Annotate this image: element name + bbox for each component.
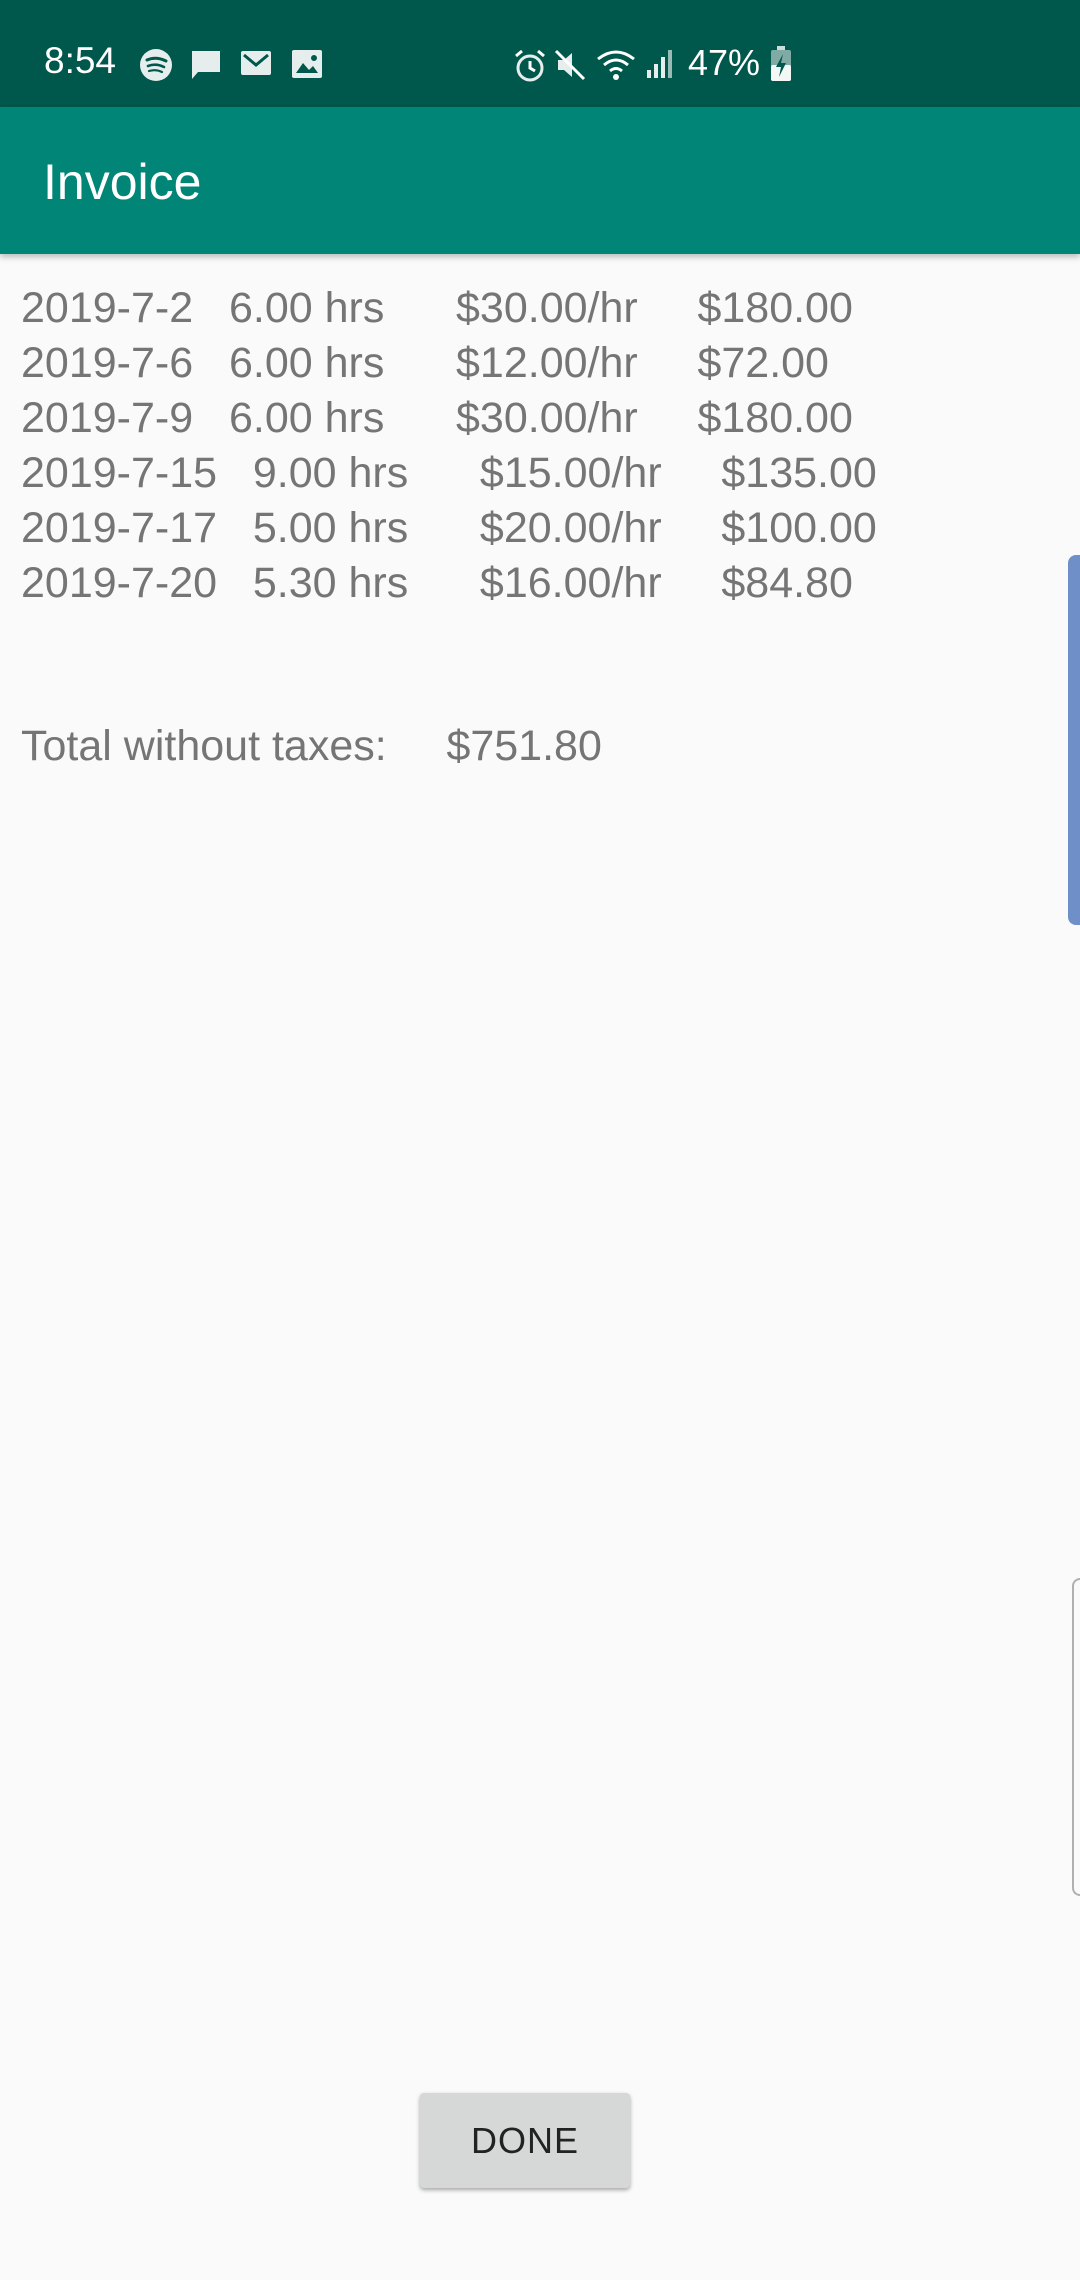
invoice-row: 2019-7-9 6.00 hrs $30.00/hr $180.00 (21, 394, 853, 442)
gallery-icon (290, 48, 324, 85)
total-label: Total without taxes: (21, 722, 387, 770)
app-bar: Invoice (0, 107, 1080, 254)
battery-percentage: 47% (688, 42, 761, 83)
alarm-icon (512, 48, 548, 89)
scrollbar-track-indicator[interactable] (1072, 1578, 1080, 1896)
mute-icon (553, 48, 587, 87)
status-bar: 8:54 47% (0, 0, 1080, 107)
invoice-row: 2019-7-20 5.30 hrs $16.00/hr $84.80 (21, 559, 853, 607)
wifi-icon (596, 48, 636, 87)
gmail-icon (239, 48, 273, 83)
total-value: $751.80 (446, 722, 602, 770)
total-line: Total without taxes: $751.80 (21, 719, 602, 774)
scrollbar-thumb[interactable] (1068, 555, 1080, 925)
signal-icon (645, 48, 675, 85)
battery-charging-icon (770, 46, 792, 87)
invoice-row: 2019-7-6 6.00 hrs $12.00/hr $72.00 (21, 339, 829, 387)
invoice-row: 2019-7-2 6.00 hrs $30.00/hr $180.00 (21, 284, 853, 332)
page-title: Invoice (43, 154, 202, 210)
invoice-row: 2019-7-17 5.00 hrs $20.00/hr $100.00 (21, 504, 877, 552)
message-icon (189, 48, 223, 87)
status-time: 8:54 (44, 40, 117, 81)
done-button[interactable]: DONE (420, 2093, 630, 2188)
spotify-icon (139, 48, 173, 87)
invoice-content: 2019-7-2 6.00 hrs $30.00/hr $180.00 2019… (0, 254, 1080, 2280)
invoice-row: 2019-7-15 9.00 hrs $15.00/hr $135.00 (21, 449, 877, 497)
